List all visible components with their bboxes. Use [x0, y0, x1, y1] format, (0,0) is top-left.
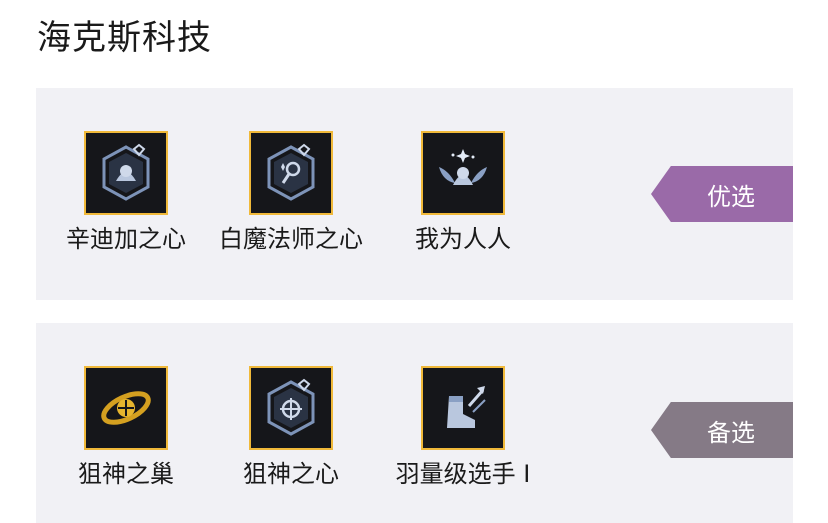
sniper-nest-icon [84, 366, 168, 450]
hextech-item[interactable]: 白魔法师之心 [206, 131, 376, 254]
hextech-item[interactable]: 羽量级选手 I [378, 366, 548, 489]
featherweights-boot-icon [421, 366, 505, 450]
item-label: 辛迪加之心 [66, 225, 186, 253]
item-label: 我为人人 [415, 225, 511, 253]
hextech-item[interactable]: 狙神之心 [206, 366, 376, 489]
item-label: 狙神之心 [243, 460, 339, 488]
hextech-item[interactable]: 我为人人 [378, 131, 548, 254]
hextech-item[interactable]: 辛迪加之心 [41, 131, 211, 254]
item-label: 白魔法师之心 [219, 225, 363, 253]
item-label: 狙神之巢 [78, 460, 174, 488]
item-label: 羽量级选手 I [395, 460, 531, 488]
tag-label: 优选 [707, 182, 755, 211]
hextech-group-preferred: 辛迪加之心 白魔法师之心 我为人人 优选 [36, 88, 793, 300]
syndicate-heart-icon [84, 131, 168, 215]
arcanist-heart-icon [249, 131, 333, 215]
one-for-all-wings-icon [421, 131, 505, 215]
page-title: 海克斯科技 [37, 18, 212, 58]
sniper-heart-icon [249, 366, 333, 450]
hextech-group-alternative: 狙神之巢 狙神之心 羽量级选手 I 备选 [36, 323, 793, 523]
alternative-tag: 备选 [651, 402, 793, 458]
tag-label: 备选 [707, 418, 755, 447]
hextech-item[interactable]: 狙神之巢 [41, 366, 211, 489]
preferred-tag: 优选 [651, 166, 793, 222]
